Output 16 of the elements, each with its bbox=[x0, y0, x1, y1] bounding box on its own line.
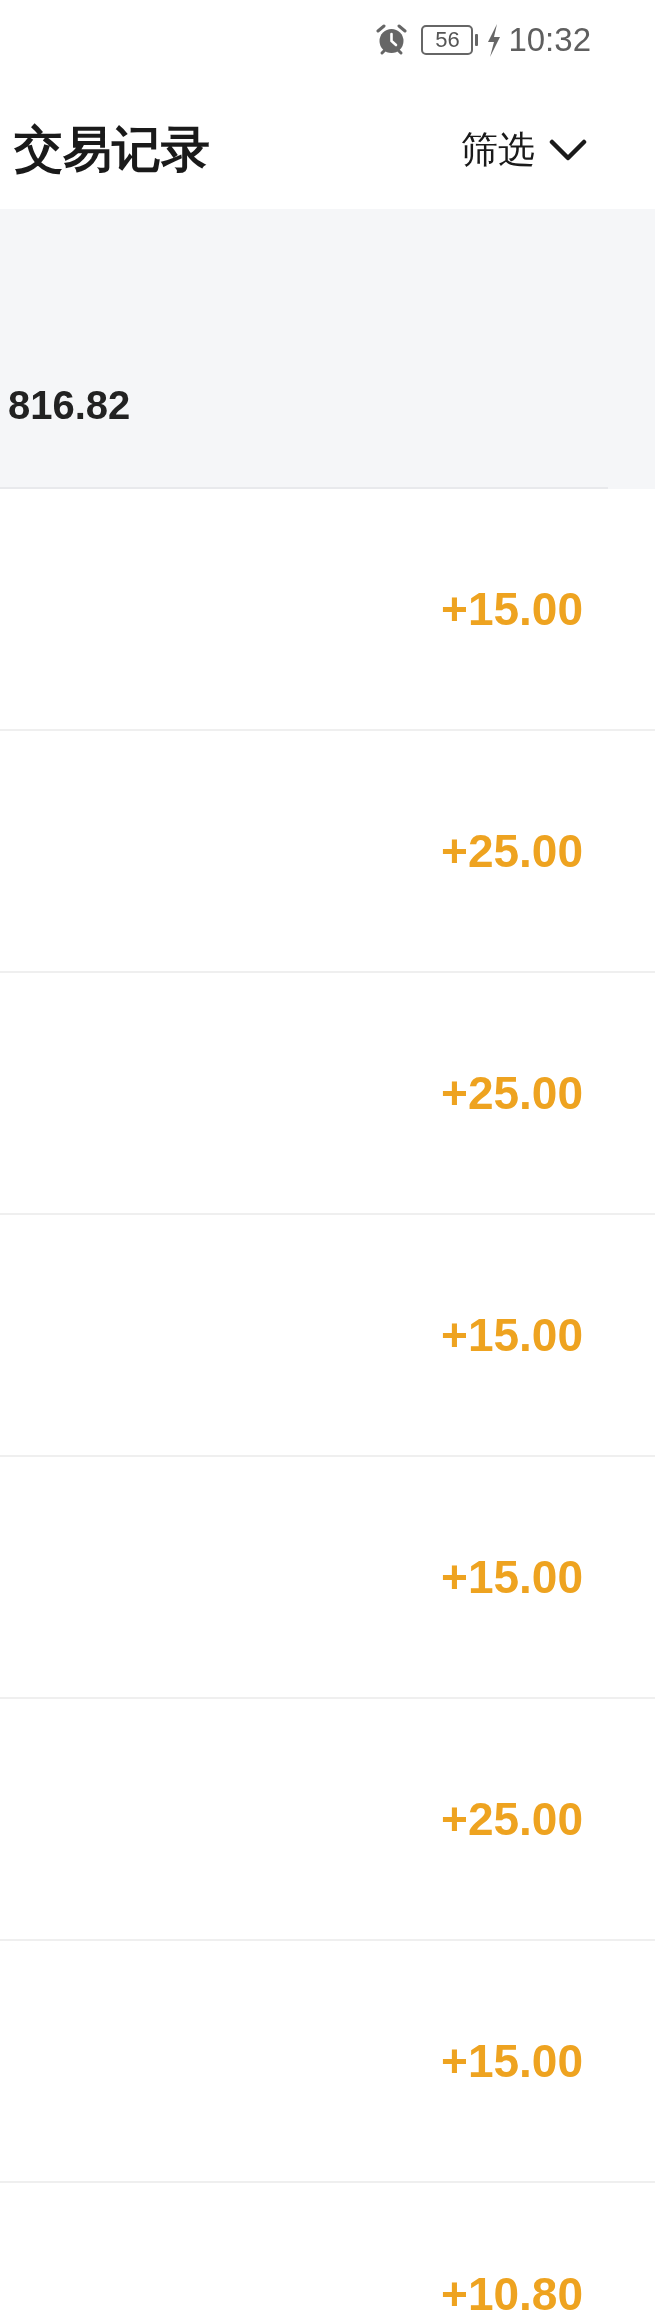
page-title: 交易记录 bbox=[14, 119, 210, 180]
total-amount: 816.82 bbox=[8, 383, 131, 427]
lightning-bolt-icon bbox=[486, 23, 503, 57]
chevron-down-icon bbox=[549, 138, 587, 161]
transaction-amount: +15.00 bbox=[441, 586, 583, 632]
transaction-amount: +15.00 bbox=[441, 2038, 583, 2084]
transaction-amount: +25.00 bbox=[441, 1796, 583, 1842]
transaction-amount: +25.00 bbox=[441, 828, 583, 874]
battery-percent: 56 bbox=[435, 28, 460, 52]
clock-time: 10:32 bbox=[508, 22, 591, 58]
transaction-amount: +15.00 bbox=[441, 1312, 583, 1358]
transaction-amount: +10.80 bbox=[441, 2271, 583, 2317]
transaction-amount: +15.00 bbox=[441, 1554, 583, 1600]
transaction-amount: +25.00 bbox=[441, 1070, 583, 1116]
alarm-clock-icon bbox=[375, 24, 409, 56]
filter-button[interactable]: 筛选 bbox=[461, 126, 587, 173]
